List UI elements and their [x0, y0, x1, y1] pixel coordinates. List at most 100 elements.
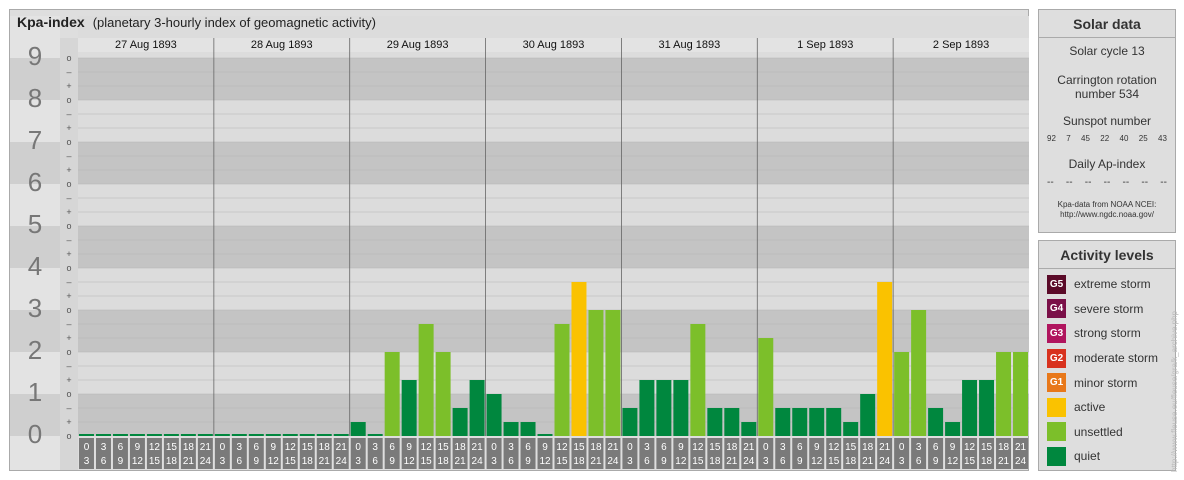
hour-start-label: 21	[607, 442, 619, 453]
kp-bar	[418, 323, 434, 436]
kp-bar	[248, 434, 264, 436]
y-minor-tick-label: +	[66, 165, 71, 175]
kp-bar	[690, 323, 706, 436]
activity-levels-title: Activity levels	[1039, 241, 1175, 269]
kp-bar	[435, 352, 451, 436]
hour-end-label: 3	[627, 456, 633, 467]
hour-end-label: 6	[916, 456, 922, 467]
y-minor-tick-label: +	[66, 417, 71, 427]
legend-item-extreme-storm: G5 extreme storm	[1039, 272, 1175, 297]
activity-levels-panel: Activity levels G5 extreme storm G4 severe…	[1038, 240, 1176, 471]
sunspot-value: 92	[1047, 134, 1056, 143]
hour-end-label: 15	[285, 456, 297, 467]
hour-start-label: 12	[828, 442, 840, 453]
hour-end-label: 21	[998, 456, 1010, 467]
kp-bar	[741, 422, 757, 436]
ap-value: --	[1084, 177, 1092, 188]
y-tick-label: 3	[28, 293, 42, 323]
y-minor-tick-label: o	[66, 305, 71, 315]
kp-bar	[146, 434, 162, 436]
legend-swatch	[1047, 422, 1066, 442]
y-minor-tick-label: o	[66, 347, 71, 357]
hour-end-label: 6	[644, 456, 650, 467]
legend-item-minor-storm: G1 minor storm	[1039, 370, 1175, 395]
hour-start-label: 6	[525, 442, 531, 453]
hour-start-label: 9	[542, 442, 548, 453]
hour-start-label: 0	[763, 442, 769, 453]
hour-end-label: 3	[84, 456, 90, 467]
hour-start-label: 15	[709, 442, 721, 453]
plot-band	[78, 226, 1029, 268]
kp-bar	[792, 407, 808, 436]
y-minor-tick-label: o	[66, 263, 71, 273]
hour-start-label: 12	[149, 442, 161, 453]
solar-data-panel: Solar data Solar cycle 13 Carrington rot…	[1038, 9, 1176, 233]
legend-swatch: G3	[1047, 323, 1066, 343]
ap-value: --	[1047, 177, 1054, 188]
y-minor-tick-label: –	[66, 109, 71, 119]
solar-cycle: Solar cycle 13	[1069, 44, 1145, 58]
hour-end-label: 12	[539, 456, 551, 467]
legend-label: strong storm	[1074, 326, 1141, 341]
y-minor-tick-label: –	[66, 151, 71, 161]
kp-bar	[384, 352, 400, 436]
hour-start-label: 18	[455, 442, 467, 453]
kp-bar	[316, 434, 332, 436]
sunspot-value: 7	[1066, 134, 1071, 143]
y-tick-label: 6	[28, 167, 42, 197]
kp-bar	[622, 407, 638, 436]
carrington-rotation-label: Carrington rotation	[1057, 73, 1157, 87]
hour-start-label: 3	[372, 442, 378, 453]
kp-bar	[571, 281, 587, 436]
hour-start-label: 15	[573, 442, 585, 453]
y-minor-tick-label: o	[66, 431, 71, 441]
kp-bar	[299, 434, 315, 436]
plot-band	[78, 58, 1029, 100]
hour-start-label: 12	[556, 442, 568, 453]
y-tick-label: 7	[28, 125, 42, 155]
hour-end-label: 24	[743, 456, 755, 467]
y-minor-tick-label: –	[66, 235, 71, 245]
hour-end-label: 9	[389, 456, 395, 467]
carrington-rotation-number: number 534	[1074, 87, 1140, 101]
sunspot-value: 22	[1100, 134, 1110, 143]
sunspot-label: Sunspot number	[1062, 114, 1152, 128]
y-minor-tick-label: –	[66, 403, 71, 413]
plot-band	[78, 142, 1029, 184]
hour-start-label: 0	[627, 442, 633, 453]
kp-bar	[554, 323, 570, 436]
legend-swatch: G2	[1047, 348, 1066, 368]
ap-index-values: -- -- -- -- -- -- --	[1039, 177, 1175, 188]
kp-bar	[520, 422, 536, 436]
kp-bar	[996, 352, 1012, 436]
y-tick-label: 1	[28, 377, 42, 407]
hour-end-label: 9	[525, 456, 531, 467]
chart-title: Kpa-index (planetary 3-hourly index of ge…	[17, 14, 376, 30]
hour-start-label: 6	[389, 442, 395, 453]
hour-start-label: 18	[590, 442, 602, 453]
kp-bar	[724, 407, 740, 436]
hour-end-label: 18	[845, 456, 857, 467]
hour-end-label: 18	[302, 456, 314, 467]
legend-item-quiet: quiet	[1039, 444, 1175, 469]
hour-start-label: 12	[964, 442, 976, 453]
hour-start-label: 18	[183, 442, 195, 453]
legend-label: active	[1074, 400, 1106, 415]
sunspot-value: 40	[1119, 134, 1129, 143]
legend-swatch	[1047, 446, 1066, 466]
hour-start-label: 15	[981, 442, 993, 453]
kp-bar	[656, 380, 672, 436]
kp-bar	[639, 380, 655, 436]
y-minor-tick-label: o	[66, 137, 71, 147]
hour-end-label: 15	[421, 456, 433, 467]
hour-end-label: 24	[336, 456, 348, 467]
kp-bar	[826, 407, 842, 436]
hour-start-label: 15	[166, 442, 178, 453]
hour-end-label: 21	[726, 456, 738, 467]
ap-value: --	[1065, 177, 1073, 188]
kp-bar	[367, 434, 383, 436]
hour-start-label: 21	[879, 442, 891, 453]
hour-start-label: 21	[472, 442, 484, 453]
hour-start-label: 18	[862, 442, 874, 453]
hour-start-label: 12	[285, 442, 297, 453]
